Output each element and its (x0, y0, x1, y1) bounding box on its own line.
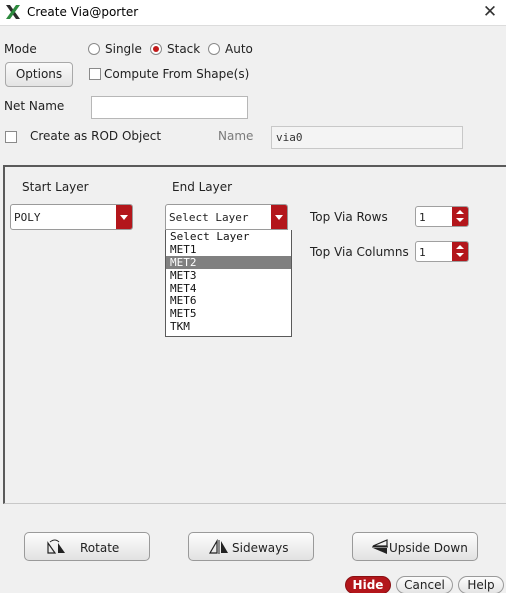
rotate-button[interactable]: Rotate (24, 532, 150, 561)
top-via-columns-label: Top Via Columns (310, 245, 409, 259)
upside-down-label: Upside Down (389, 541, 468, 555)
dropdown-option-highlighted[interactable]: MET2 (166, 255, 291, 269)
stepper-up-icon[interactable] (456, 245, 464, 249)
cancel-button[interactable]: Cancel (396, 576, 453, 593)
start-layer-value: POLY (14, 211, 41, 224)
start-layer-select[interactable]: POLY (10, 204, 133, 230)
mode-stack-label: Stack (167, 42, 201, 56)
sideways-icon (208, 539, 228, 554)
stepper-down-icon[interactable] (456, 218, 464, 222)
x-logo-icon (6, 5, 20, 19)
mode-auto-radio[interactable] (208, 43, 220, 55)
top-via-rows-value: 1 (419, 211, 426, 224)
sideways-label: Sideways (232, 541, 289, 555)
mode-auto-label: Auto (225, 42, 253, 56)
stepper-up-icon[interactable] (456, 210, 464, 214)
mode-single-label: Single (105, 42, 142, 56)
mode-label: Mode (4, 42, 37, 56)
top-via-rows-label: Top Via Rows (310, 210, 388, 224)
end-layer-value: Select Layer (169, 211, 249, 224)
rotate-label: Rotate (80, 541, 120, 555)
dropdown-option[interactable]: MET1 (166, 243, 291, 256)
top-via-columns-value: 1 (419, 246, 426, 259)
hide-button[interactable]: Hide (345, 576, 391, 593)
dropdown-option[interactable]: Select Layer (166, 230, 291, 243)
name-label: Name (218, 129, 254, 143)
end-layer-select[interactable]: Select Layer (165, 204, 288, 230)
dropdown-option[interactable]: MET5 (166, 307, 291, 320)
options-button[interactable]: Options (5, 62, 73, 87)
stepper-down-icon[interactable] (456, 253, 464, 257)
upside-down-button[interactable]: Upside Down (352, 532, 478, 561)
top-via-rows-stepper[interactable]: 1 (415, 206, 469, 227)
create-rod-checkbox[interactable] (5, 131, 17, 143)
end-layer-dropdown: Select Layer MET1 MET2 MET3 MET4 MET6 ME… (165, 230, 292, 337)
dropdown-option[interactable]: MET6 (166, 294, 291, 308)
sideways-button[interactable]: Sideways (188, 532, 314, 561)
top-via-columns-stepper[interactable]: 1 (415, 241, 469, 262)
upside-down-icon (372, 539, 388, 554)
title-bar: Create Via@porter ✕ (0, 0, 506, 26)
create-rod-label: Create as ROD Object (30, 129, 162, 143)
window-title: Create Via@porter (27, 5, 139, 19)
start-layer-label: Start Layer (22, 180, 89, 194)
close-icon[interactable]: ✕ (480, 2, 500, 22)
rotate-icon (47, 539, 65, 554)
chevron-down-icon (116, 205, 132, 229)
compute-from-shapes-label: Compute From Shape(s) (104, 67, 250, 81)
dropdown-option[interactable]: MET3 (166, 269, 291, 282)
net-name-label: Net Name (4, 99, 65, 113)
compute-from-shapes-checkbox[interactable] (89, 68, 101, 80)
net-name-input[interactable] (91, 96, 248, 119)
mode-stack-radio[interactable] (150, 43, 162, 55)
chevron-down-icon (271, 205, 287, 229)
dropdown-option[interactable]: TKM (166, 320, 291, 333)
end-layer-label: End Layer (172, 180, 233, 194)
mode-single-radio[interactable] (88, 43, 100, 55)
name-field: via0 (271, 126, 463, 149)
dropdown-option[interactable]: MET4 (166, 282, 291, 295)
help-button[interactable]: Help (458, 576, 504, 593)
